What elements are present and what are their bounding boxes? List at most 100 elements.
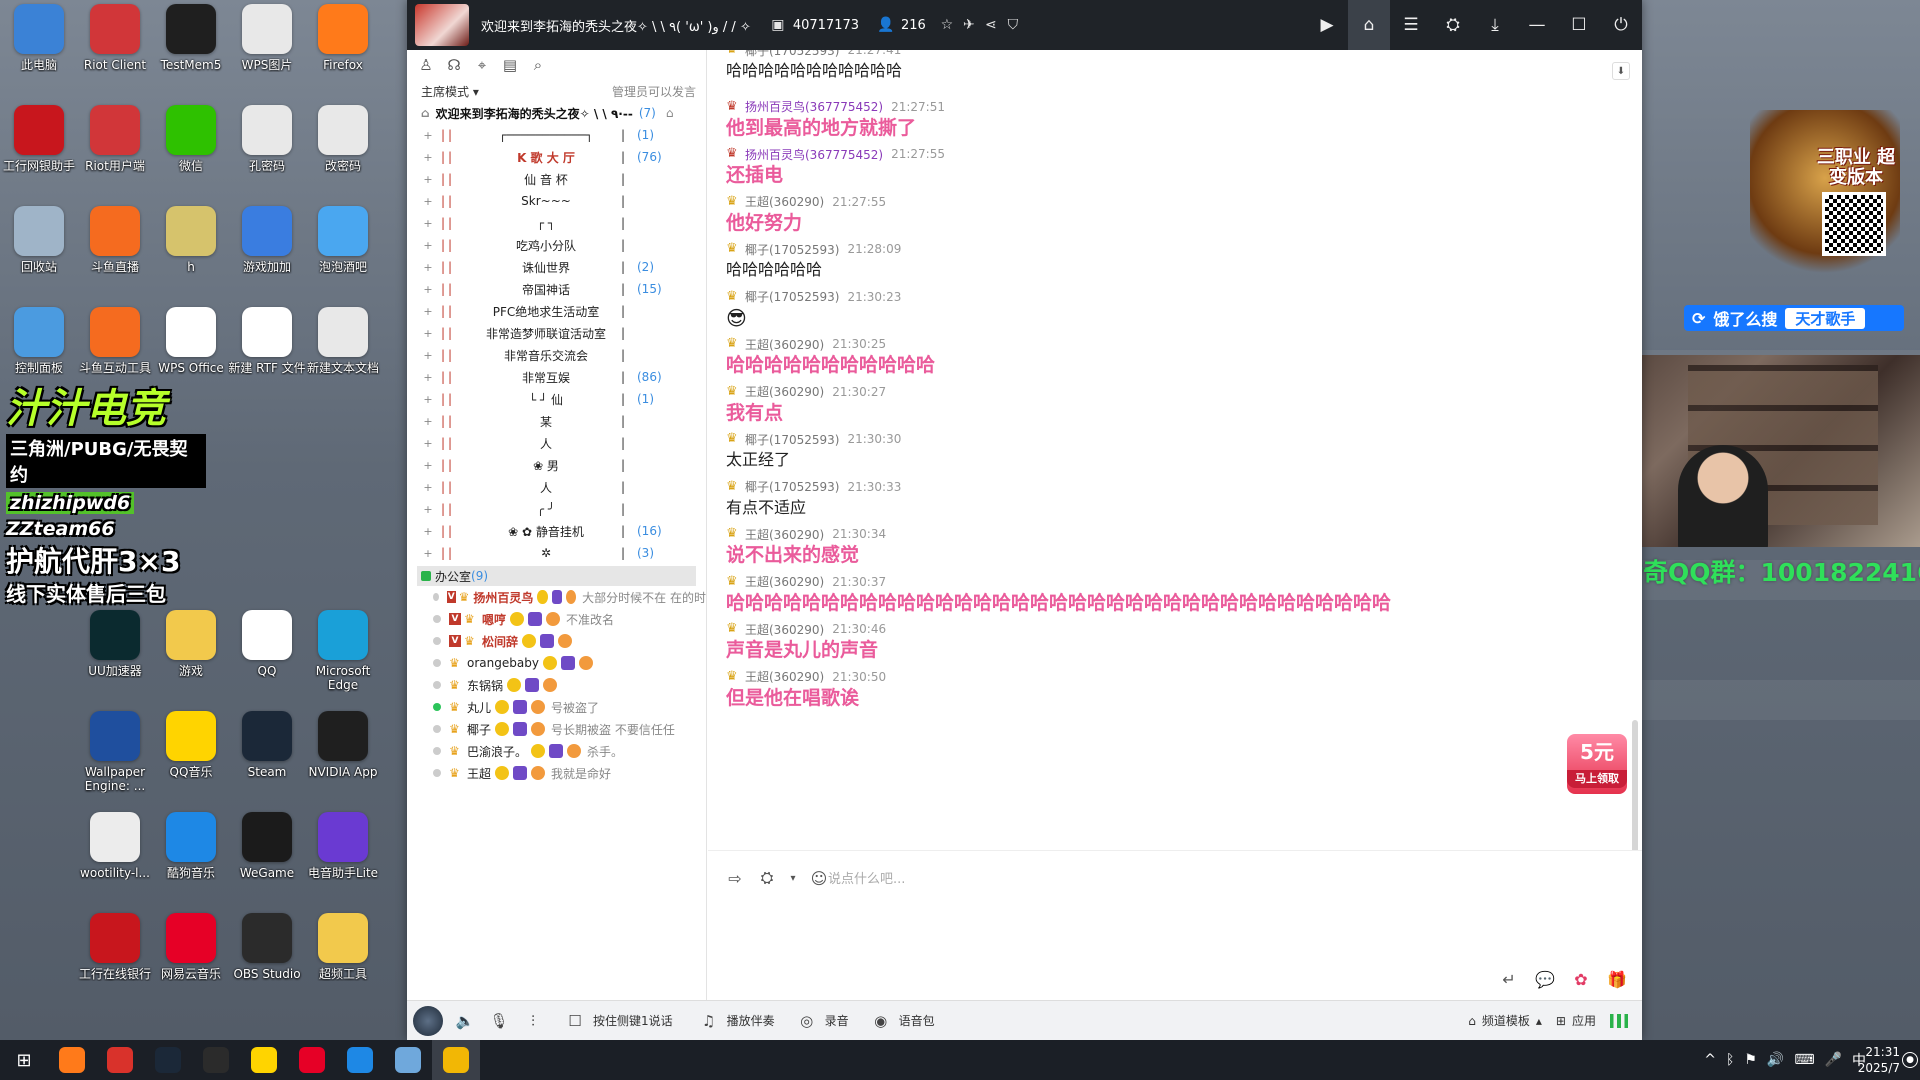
chat-message[interactable]: ♛ 椰子(17052593) 21:27:41 哈哈哈哈哈哈哈哈哈哈哈 [708,50,1588,82]
channel-office[interactable]: 办公室 (9) [417,566,696,586]
taskbar-app[interactable] [384,1040,432,1080]
favorite-star-icon[interactable]: ☆ [936,14,958,36]
member-item[interactable]: ♛ 王超 我就是命好 [407,762,706,784]
expand-icon[interactable]: + [421,503,435,516]
channel-item[interactable]: + || 人 | [407,432,706,454]
channel-item[interactable]: + || ┌───────────┐ | (1) [407,124,706,146]
member-item[interactable]: V ♛ 嗯哼 不准改名 [407,608,706,630]
maximize-icon[interactable]: ☐ [1558,0,1600,50]
expand-icon[interactable]: + [421,261,435,274]
desktop-icon[interactable]: 斗鱼直播 [76,206,154,274]
message-author[interactable]: 王超(360290) [745,383,824,400]
channel-item[interactable]: + || Skr~~~ | [407,190,706,212]
channel-item[interactable]: + || ❀ ✿ 静音挂机 | (16) [407,520,706,542]
channel-item[interactable]: + || 某 | [407,410,706,432]
desktop-icon[interactable]: 工行在线银行 [76,913,154,981]
desktop-icon[interactable]: 电音助手Lite [304,812,382,880]
channel-item[interactable]: + || ╭ ╯ | [407,498,706,520]
chevron-up-icon[interactable]: ▴ [1536,1014,1542,1028]
chat-message[interactable]: ♛ 王超(360290) 21:30:37 哈哈哈哈哈哈哈哈哈哈哈哈哈哈哈哈哈哈哈哈哈… [708,574,1588,614]
desktop-icon[interactable]: Microsoft Edge [304,610,382,692]
apps-label[interactable]: 应用 [1572,1012,1596,1029]
member-item[interactable]: ♛ 椰子 号长期被盗 不要信任任 [407,718,706,740]
chat-message[interactable]: ♛ 王超(360290) 21:27:55 他好努力 [708,194,1588,234]
my-avatar[interactable] [413,1005,443,1036]
voice-pack-icon[interactable]: ◉ [869,1009,893,1033]
chat-message[interactable]: ♛ 王超(360290) 21:30:46 声音是丸儿的声音 [708,621,1588,662]
expand-icon[interactable]: + [421,525,435,538]
expand-icon[interactable]: + [421,415,435,428]
channel-item[interactable]: + || ┌ ┐ | [407,212,706,234]
desktop-icon[interactable]: Steam [228,711,306,779]
message-author[interactable]: 椰子(17052593) [745,241,839,258]
channel-item[interactable]: + || └ ┘ 仙 | (1) [407,388,706,410]
member-item[interactable]: V ♛ 松间辞 [407,630,706,652]
apps-grid-icon[interactable]: ⊞ [1556,1014,1566,1028]
member-item[interactable]: ♛ 巴渝浪子。 杀手。 [407,740,706,762]
clock[interactable]: 21:31 2025/7 [1858,1044,1900,1076]
push-to-talk-label[interactable]: 按住侧键1说话 [593,1012,673,1029]
notification-icon[interactable]: ● [1902,1052,1918,1068]
share-icon[interactable]: ⋖ [980,14,1002,36]
message-author[interactable]: 王超(360290) [745,193,824,210]
mode-select[interactable]: 主席模式 ▾ [421,83,479,100]
desktop-icon[interactable]: 新建 RTF 文件 [228,307,306,375]
desktop-icon[interactable]: 工行网银助手 [0,105,78,173]
taskbar-app[interactable] [144,1040,192,1080]
expand-icon[interactable]: + [421,129,435,142]
game-ad[interactable]: 三职业 超变版本 [1750,110,1900,280]
chevron-up-icon[interactable]: ^ [1704,1052,1716,1068]
expand-icon[interactable]: + [421,481,435,494]
channel-item[interactable]: + || 吃鸡小分队 | [407,234,706,256]
equalizer-icon[interactable]: ⫶ [521,1009,545,1033]
taskbar-app[interactable] [240,1040,288,1080]
desktop-icon[interactable]: 泡泡酒吧 [304,206,382,274]
emoji-icon[interactable]: ☺ [808,867,830,889]
chat-input[interactable] [828,865,1588,893]
message-author[interactable]: 王超(360290) [745,621,824,638]
expand-icon[interactable]: + [421,173,435,186]
desktop-icon[interactable]: 游戏加加 [228,206,306,274]
channel-item[interactable]: + || ✲ | (3) [407,542,706,564]
scroll-to-bottom-icon[interactable]: ⬇ [1612,62,1630,80]
channel-item[interactable]: + || K 歌 大 厅 | (76) [407,146,706,168]
chat-message[interactable]: ♛ 椰子(17052593) 21:28:09 哈哈哈哈哈哈 [708,241,1588,281]
channel-avatar[interactable] [415,4,469,46]
message-author[interactable]: 王超(360290) [745,573,824,590]
power-icon[interactable]: ⏻ [1600,0,1642,50]
chat-scrollbar[interactable] [1632,720,1638,870]
expand-icon[interactable]: + [421,305,435,318]
location-icon[interactable]: ⌖ [471,54,493,76]
video-icon[interactable]: ▶ [1306,0,1348,50]
search-ad[interactable]: ⟳ 饿了么搜 天才歌手 [1684,305,1904,331]
channel-item[interactable]: + || PFC绝地求生活动室 | [407,300,706,322]
message-author[interactable]: 王超(360290) [745,526,824,543]
chat-message[interactable]: ♛ 王超(360290) 21:30:27 我有点 [708,384,1588,424]
desktop-icon[interactable]: QQ [228,610,306,678]
channel-item[interactable]: + || 诛仙世界 | (2) [407,256,706,278]
expand-icon[interactable]: + [421,437,435,450]
chat-message[interactable]: ♛ 王超(360290) 21:30:25 哈哈哈哈哈哈哈哈哈哈哈 [708,336,1588,377]
desktop-icon[interactable]: 控制面板 [0,307,78,375]
member-item[interactable]: ♛ orangebaby [407,652,706,674]
record-label[interactable]: 录音 [825,1012,849,1029]
taskbar-app[interactable] [288,1040,336,1080]
message-author[interactable]: 王超(360290) [745,668,824,685]
desktop-icon[interactable]: 游戏 [152,610,230,678]
channel-root[interactable]: ⌂ 欢迎来到李拓海的秃头之夜✧ \ \ ٩·-- (7) ⌂ [407,102,706,124]
gamepad-icon[interactable]: ⛭ [1432,0,1474,50]
desktop-icon[interactable]: 酷狗音乐 [152,812,230,880]
taskbar-app[interactable] [432,1040,480,1080]
message-author[interactable]: 扬州百灵鸟(367775452) [745,146,883,163]
music-icon[interactable]: ♫ [697,1009,721,1033]
desktop-icon[interactable]: 回收站 [0,206,78,274]
user-icon[interactable]: ♙ [415,54,437,76]
message-author[interactable]: 扬州百灵鸟(367775452) [745,98,883,115]
expand-icon[interactable]: + [421,371,435,384]
enter-icon[interactable]: ↵ [1498,968,1520,990]
template-label[interactable]: 频道模板 [1482,1012,1530,1029]
accompany-label[interactable]: 播放伴奏 [727,1012,775,1029]
home-icon[interactable]: ⌂ [1348,0,1390,50]
channel-item[interactable]: + || ❀ 男 | [407,454,706,476]
taskbar-app[interactable] [96,1040,144,1080]
